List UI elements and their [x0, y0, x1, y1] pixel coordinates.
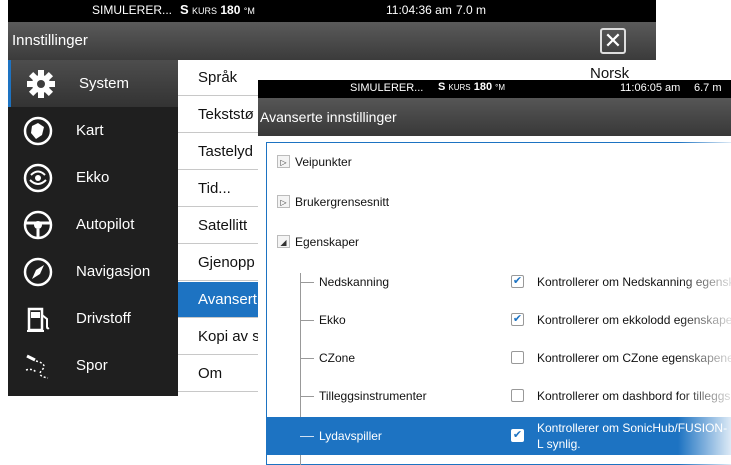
sidebar-item-navigasjon[interactable]: Navigasjon: [8, 248, 178, 295]
sidebar-item-label: Navigasjon: [76, 263, 151, 280]
feature-row-lydavspiller[interactable]: Lydavspiller ✔ Kontrollerer om SonicHub/…: [267, 417, 731, 455]
tree-branch-line: [300, 358, 314, 359]
feature-row-czone[interactable]: CZone Kontrollerer om CZone egenskapene …: [267, 339, 731, 377]
sidebar-item-kart[interactable]: Kart: [8, 107, 178, 154]
list-item-label: Tastelyd: [198, 143, 254, 160]
simulating-label: SIMULERER...: [91, 3, 172, 17]
list-item-label: Avansert: [198, 291, 257, 308]
tree-node-veipunkter[interactable]: ▷ Veipunkter: [267, 143, 731, 181]
course-value: 180: [220, 3, 241, 17]
course-label: KURS: [192, 6, 218, 16]
list-item-label: Kopi av s: [198, 328, 260, 345]
fuel-pump-icon: [27, 307, 50, 332]
list-item-label: Språk: [198, 69, 238, 86]
feature-name: Lydavspiller: [319, 429, 382, 443]
title-bar: Avanserte innstillinger: [258, 98, 731, 136]
title-bar: Innstillinger ✕: [8, 22, 656, 60]
feature-description: Kontrollerer om Nedskanning egenska: [537, 275, 731, 289]
tree-node-label: Egenskaper: [295, 235, 360, 249]
feature-description: Kontrollerer om SonicHub/FUSION-L synlig…: [537, 421, 728, 451]
list-item-label: Tekststø: [198, 106, 254, 123]
sidebar-item-spor[interactable]: Spor: [8, 342, 178, 389]
compass-icon: [23, 257, 53, 287]
feature-description: Kontrollerer om ekkolodd egenskaper: [537, 313, 731, 327]
window-title: Avanserte innstillinger: [260, 109, 397, 125]
sidebar-item-system[interactable]: System: [8, 60, 178, 107]
tree-branch-line: [300, 396, 314, 397]
feature-name: CZone: [319, 351, 356, 365]
sonar-icon: [23, 163, 53, 193]
feature-checkbox[interactable]: ✔: [511, 429, 524, 442]
feature-description: Kontrollerer om dashbord for tilleggsi: [537, 389, 731, 403]
course-s-label: S: [438, 81, 446, 93]
course-unit: °M: [495, 83, 505, 92]
settings-sidebar: System Kart Ekko Autopilot Navigasjon Dr…: [8, 60, 178, 396]
collapse-arrow-icon[interactable]: ◢: [277, 235, 290, 248]
list-item-label: Gjenopp: [198, 254, 255, 271]
list-item-label: Om: [198, 365, 223, 382]
simulating-label: SIMULERER...: [350, 82, 424, 94]
close-icon: ✕: [603, 28, 623, 53]
feature-row-ekko[interactable]: Ekko ✔ Kontrollerer om ekkolodd egenskap…: [267, 301, 731, 339]
feature-description: Kontrollerer om CZone egenskapene e: [537, 351, 731, 365]
feature-name: Ekko: [319, 313, 346, 327]
tree-node-brukergrensesnitt[interactable]: ▷ Brukergrensesnitt: [267, 183, 731, 221]
course-readout: S KURS 180 °M: [438, 81, 505, 93]
sidebar-item-autopilot[interactable]: Autopilot: [8, 201, 178, 248]
feature-name: Nedskanning: [319, 275, 390, 289]
gear-icon: [27, 70, 55, 98]
expand-arrow-icon[interactable]: ▷: [277, 195, 290, 208]
list-item-label: Tid...: [198, 180, 231, 197]
time-readout: 11:06:05 am: [620, 82, 681, 94]
sidebar-item-label: System: [79, 75, 130, 92]
sidebar-item-ekko[interactable]: Ekko: [8, 154, 178, 201]
expand-arrow-icon[interactable]: ▷: [277, 155, 290, 168]
feature-checkbox[interactable]: [511, 389, 524, 402]
track-icon: [25, 354, 49, 379]
tree-node-label: Brukergrensesnitt: [295, 195, 390, 209]
time-readout: 11:04:36 am: [386, 3, 452, 17]
tree-branch-line: [300, 282, 314, 283]
chart-wheel-icon: [23, 116, 53, 146]
feature-row-tilleggsinstrumenter[interactable]: Tilleggsinstrumenter Kontrollerer om das…: [267, 377, 731, 415]
feature-checkbox[interactable]: ✔: [511, 313, 524, 326]
tree-branch-line: [300, 320, 314, 321]
course-s-label: S: [180, 2, 189, 17]
sidebar-item-label: Spor: [76, 357, 108, 374]
course-value: 180: [473, 81, 493, 93]
tree-node-egenskaper[interactable]: ◢ Egenskaper: [267, 223, 731, 261]
close-button[interactable]: ✕: [600, 28, 626, 54]
course-label: KURS: [448, 83, 471, 92]
sidebar-item-label: Drivstoff: [76, 310, 131, 327]
sidebar-item-label: Ekko: [76, 169, 110, 186]
settings-tree: ▷ Veipunkter ▷ Brukergrensesnitt ◢ Egens…: [266, 142, 731, 465]
status-bar: SIMULERER... S KURS 180 °M 11:06:05 am 6…: [258, 80, 731, 98]
sidebar-item-label: Kart: [76, 122, 104, 139]
sidebar-item-label: Autopilot: [76, 216, 135, 233]
tree-node-label: Veipunkter: [295, 155, 352, 169]
status-bar: SIMULERER... S KURS 180 °M 11:04:36 am 7…: [8, 0, 656, 22]
tree-branch-line: [300, 436, 314, 437]
feature-checkbox[interactable]: [511, 351, 524, 364]
feature-row-nedskanning[interactable]: Nedskanning ✔ Kontrollerer om Nedskannin…: [267, 263, 731, 301]
window-title: Innstillinger: [12, 32, 88, 49]
feature-checkbox[interactable]: ✔: [511, 275, 524, 288]
advanced-settings-window: SIMULERER... S KURS 180 °M 11:06:05 am 6…: [258, 80, 731, 465]
steering-wheel-icon: [23, 210, 53, 240]
course-readout: S KURS 180 °M: [180, 2, 255, 17]
list-item-label: Satellitt: [198, 217, 248, 234]
depth-readout: 7.0 m: [456, 3, 487, 17]
feature-name: Tilleggsinstrumenter: [319, 389, 427, 403]
depth-readout: 6.7 m: [694, 82, 722, 94]
course-unit: °M: [243, 6, 255, 16]
sidebar-item-drivstoff[interactable]: Drivstoff: [8, 295, 178, 342]
